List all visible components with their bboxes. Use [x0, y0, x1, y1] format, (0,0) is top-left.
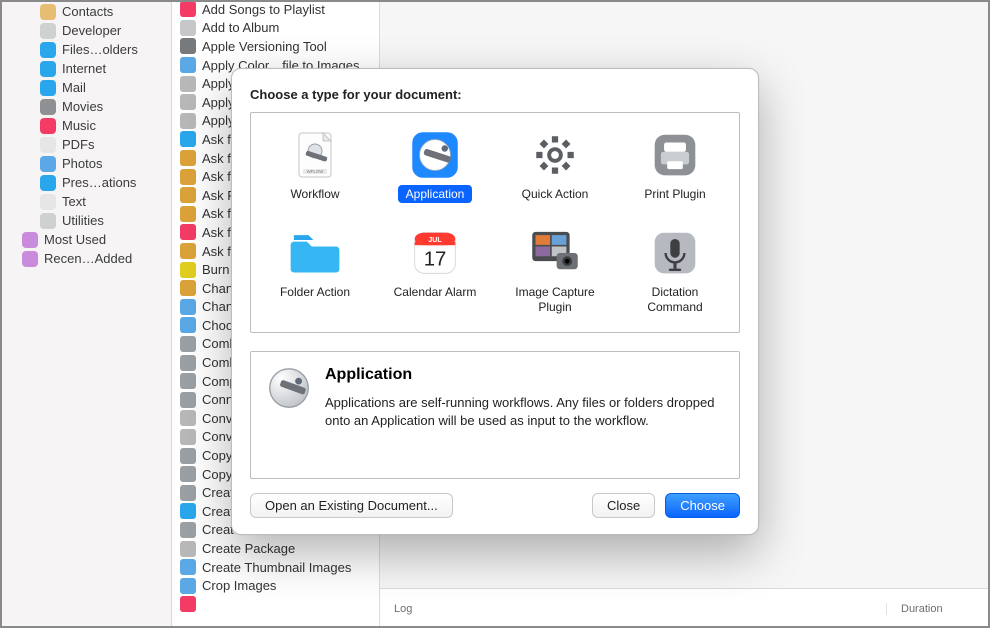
choose-button[interactable]: Choose	[665, 493, 740, 518]
type-label: Workflow	[282, 185, 347, 203]
type-label: Folder Action	[272, 283, 358, 301]
type-application[interactable]: Application	[375, 123, 495, 209]
type-workflow[interactable]: WFLOW Workflow	[255, 123, 375, 209]
sheet-title: Choose a type for your document:	[250, 87, 740, 102]
svg-text:WFLOW: WFLOW	[307, 169, 325, 174]
description-title: Application	[325, 366, 723, 384]
svg-text:17: 17	[424, 249, 447, 271]
type-folderaction[interactable]: Folder Action	[255, 221, 375, 322]
type-picker-grid: WFLOW Workflow Application Quick Action …	[250, 112, 740, 333]
dictation-icon	[649, 227, 701, 279]
button-row: Open an Existing Document... Close Choos…	[250, 493, 740, 518]
type-label: Print Plugin	[636, 185, 713, 203]
application-icon	[267, 366, 311, 410]
folderaction-icon	[289, 227, 341, 279]
type-label: Application	[398, 185, 473, 203]
imagecapture-icon	[529, 227, 581, 279]
modal-overlay: Choose a type for your document: WFLOW W…	[0, 0, 990, 628]
type-label: Image Capture Plugin	[501, 283, 609, 316]
type-label: Dictation Command	[621, 283, 729, 316]
printplugin-icon	[649, 129, 701, 181]
type-label: Quick Action	[514, 185, 597, 203]
type-label: Calendar Alarm	[386, 283, 485, 301]
type-printplugin[interactable]: Print Plugin	[615, 123, 735, 209]
document-type-sheet: Choose a type for your document: WFLOW W…	[231, 68, 759, 535]
workflow-icon: WFLOW	[289, 129, 341, 181]
type-calendar[interactable]: JUL 17 Calendar Alarm	[375, 221, 495, 322]
close-button[interactable]: Close	[592, 493, 655, 518]
open-existing-button[interactable]: Open an Existing Document...	[250, 493, 453, 518]
application-icon	[409, 129, 461, 181]
quickaction-icon	[529, 129, 581, 181]
type-imagecapture[interactable]: Image Capture Plugin	[495, 221, 615, 322]
description-body: Applications are self-running workflows.…	[325, 394, 723, 430]
type-dictation[interactable]: Dictation Command	[615, 221, 735, 322]
description-box: Application Applications are self-runnin…	[250, 351, 740, 479]
type-quickaction[interactable]: Quick Action	[495, 123, 615, 209]
calendar-icon: JUL 17	[409, 227, 461, 279]
svg-text:JUL: JUL	[428, 237, 442, 244]
